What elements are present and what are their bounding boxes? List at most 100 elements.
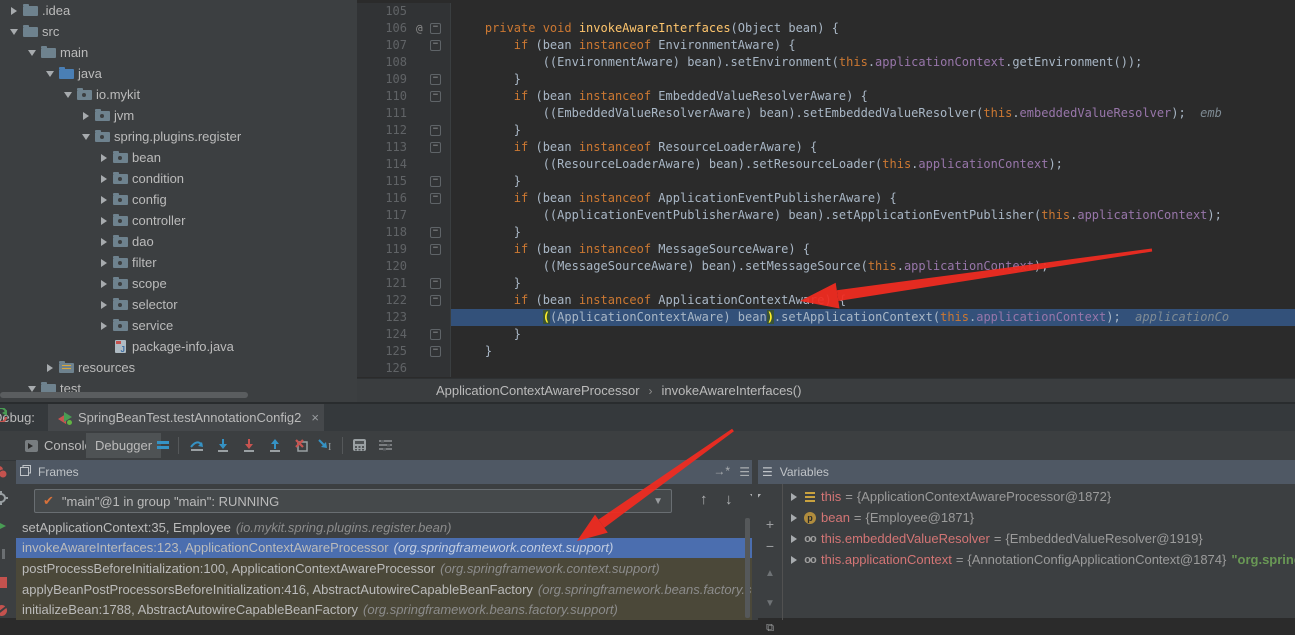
code-line[interactable]: 119− if (bean instanceof MessageSourceAw… xyxy=(357,241,1295,258)
code-line[interactable]: 113− if (bean instanceof ResourceLoaderA… xyxy=(357,139,1295,156)
editor-gutter-cell[interactable]: 122− xyxy=(357,292,451,309)
editor-gutter-cell[interactable]: 105 xyxy=(357,3,451,20)
tree-expanded-arrow-icon[interactable] xyxy=(78,134,94,140)
line-number[interactable]: 111 xyxy=(357,105,407,122)
resume-program-icon[interactable] xyxy=(0,518,9,534)
step-over-icon[interactable] xyxy=(188,436,206,454)
tree-collapsed-arrow-icon[interactable] xyxy=(96,280,112,288)
tree-item-package-info-java[interactable]: package-info.java xyxy=(0,336,357,357)
line-number[interactable]: 125 xyxy=(357,343,407,360)
fold-close-icon[interactable]: − xyxy=(430,176,441,187)
tree-item-io-mykit[interactable]: io.mykit xyxy=(0,84,357,105)
breadcrumb-method[interactable]: invokeAwareInterfaces() xyxy=(662,383,802,398)
tree-item-bean[interactable]: bean xyxy=(0,147,357,168)
force-step-into-icon[interactable] xyxy=(240,436,258,454)
code-line[interactable]: 125− } xyxy=(357,343,1295,360)
line-number[interactable]: 119 xyxy=(357,241,407,258)
tree-item-config[interactable]: config xyxy=(0,189,357,210)
editor-gutter-cell[interactable]: 117 xyxy=(357,207,451,224)
move-watch-down-button[interactable]: ▼ xyxy=(758,598,782,609)
line-number[interactable]: 121 xyxy=(357,275,407,292)
line-number[interactable]: 105 xyxy=(357,3,407,20)
tab-debugger[interactable]: Debugger xyxy=(86,433,161,458)
code-line[interactable]: 124− } xyxy=(357,326,1295,343)
editor-gutter-cell[interactable]: 111 xyxy=(357,105,451,122)
execution-point-line[interactable]: 123 ((ApplicationContextAware) bean).set… xyxy=(357,309,1295,326)
line-number[interactable]: 114 xyxy=(357,156,407,173)
variable-row[interactable]: this={ApplicationContextAwareProcessor@1… xyxy=(783,486,1295,507)
tree-collapsed-arrow-icon[interactable] xyxy=(96,322,112,330)
tree-expanded-arrow-icon[interactable] xyxy=(42,71,58,77)
variable-row[interactable]: oothis.applicationContext={AnnotationCon… xyxy=(783,549,1295,570)
line-number[interactable]: 116 xyxy=(357,190,407,207)
fold-open-icon[interactable]: − xyxy=(430,23,441,34)
tree-collapsed-arrow-icon[interactable] xyxy=(96,259,112,267)
fold-open-icon[interactable]: − xyxy=(430,142,441,153)
tree-collapsed-arrow-icon[interactable] xyxy=(96,175,112,183)
fold-close-icon[interactable]: − xyxy=(430,227,441,238)
view-breakpoints-icon[interactable] xyxy=(0,464,9,480)
tree-horizontal-scrollbar[interactable] xyxy=(0,392,248,398)
settings-gear-icon[interactable] xyxy=(0,490,9,506)
line-number[interactable]: 106 xyxy=(357,20,407,37)
move-watch-up-button[interactable]: ▲ xyxy=(758,568,782,579)
fold-open-icon[interactable]: − xyxy=(430,193,441,204)
code-line[interactable]: 115− } xyxy=(357,173,1295,190)
line-number[interactable]: 123 xyxy=(357,309,407,326)
pin-icon[interactable]: →* xyxy=(713,464,730,478)
tree-item-controller[interactable]: controller xyxy=(0,210,357,231)
fold-open-icon[interactable]: − xyxy=(430,40,441,51)
tree-item-scope[interactable]: scope xyxy=(0,273,357,294)
editor-gutter-cell[interactable]: 116 − xyxy=(357,190,451,207)
line-number[interactable]: 113 xyxy=(357,139,407,156)
prev-frame-button[interactable]: ↑ xyxy=(700,491,708,508)
tree-collapsed-arrow-icon[interactable] xyxy=(78,112,94,120)
tree-item-dao[interactable]: dao xyxy=(0,231,357,252)
frames-scrollbar[interactable] xyxy=(745,518,750,618)
frame-row[interactable]: postProcessBeforeInitialization:100, App… xyxy=(16,558,752,579)
editor-gutter-cell[interactable]: 107− xyxy=(357,37,451,54)
run-to-cursor-icon[interactable]: I xyxy=(316,436,334,454)
code-line[interactable]: 109− } xyxy=(357,71,1295,88)
tree-collapsed-arrow-icon[interactable] xyxy=(6,7,22,15)
editor-gutter-cell[interactable]: 123 xyxy=(357,309,451,326)
editor-gutter-cell[interactable]: 113 − xyxy=(357,139,451,156)
line-number[interactable]: 124 xyxy=(357,326,407,343)
tree-expanded-arrow-icon[interactable] xyxy=(24,50,40,56)
frame-row[interactable]: initializeBean:1788, AbstractAutowireCap… xyxy=(16,599,752,620)
tree-item-resources[interactable]: resources xyxy=(0,357,357,378)
line-number[interactable]: 115 xyxy=(357,173,407,190)
tree-item-src[interactable]: src xyxy=(0,21,357,42)
tree-item--idea[interactable]: .idea xyxy=(0,0,357,21)
expand-arrow-icon[interactable] xyxy=(787,514,801,522)
tree-collapsed-arrow-icon[interactable] xyxy=(96,238,112,246)
code-line[interactable]: 107− if (bean instanceof EnvironmentAwar… xyxy=(357,37,1295,54)
code-line[interactable]: 106@− private void invokeAwareInterfaces… xyxy=(357,20,1295,37)
fold-open-icon[interactable]: − xyxy=(430,244,441,255)
show-execution-point-icon[interactable] xyxy=(154,436,172,454)
editor-gutter-cell[interactable]: 108 xyxy=(357,54,451,71)
line-number[interactable]: 110 xyxy=(357,88,407,105)
line-number[interactable]: 109 xyxy=(357,71,407,88)
debug-session-tab[interactable]: SpringBeanTest.testAnnotationConfig2 × xyxy=(48,404,324,431)
tree-item-java[interactable]: java xyxy=(0,63,357,84)
editor-gutter-cell[interactable]: 112− xyxy=(357,122,451,139)
variable-row[interactable]: pbean={Employee@1871} xyxy=(783,507,1295,528)
tree-collapsed-arrow-icon[interactable] xyxy=(96,154,112,162)
code-line[interactable]: 121− } xyxy=(357,275,1295,292)
tree-collapsed-arrow-icon[interactable] xyxy=(96,217,112,225)
editor-gutter-cell[interactable]: 106@− xyxy=(357,20,451,37)
code-editor[interactable]: 105106@− private void invokeAwareInterfa… xyxy=(357,0,1295,378)
code-line[interactable]: 108 ((EnvironmentAware) bean).setEnviron… xyxy=(357,54,1295,71)
expand-arrow-icon[interactable] xyxy=(787,556,801,564)
code-line[interactable]: 112− } xyxy=(357,122,1295,139)
copy-watch-button[interactable]: ⧉ xyxy=(758,622,782,635)
evaluate-expression-icon[interactable] xyxy=(350,436,368,454)
editor-gutter-cell[interactable]: 120 xyxy=(357,258,451,275)
add-watch-button[interactable]: + xyxy=(758,516,782,532)
tree-item-jvm[interactable]: jvm xyxy=(0,105,357,126)
tree-expanded-arrow-icon[interactable] xyxy=(24,386,40,392)
frame-row[interactable]: setApplicationContext:35, Employee(io.my… xyxy=(16,517,752,538)
pause-program-icon[interactable] xyxy=(0,546,9,562)
line-number[interactable]: 118 xyxy=(357,224,407,241)
